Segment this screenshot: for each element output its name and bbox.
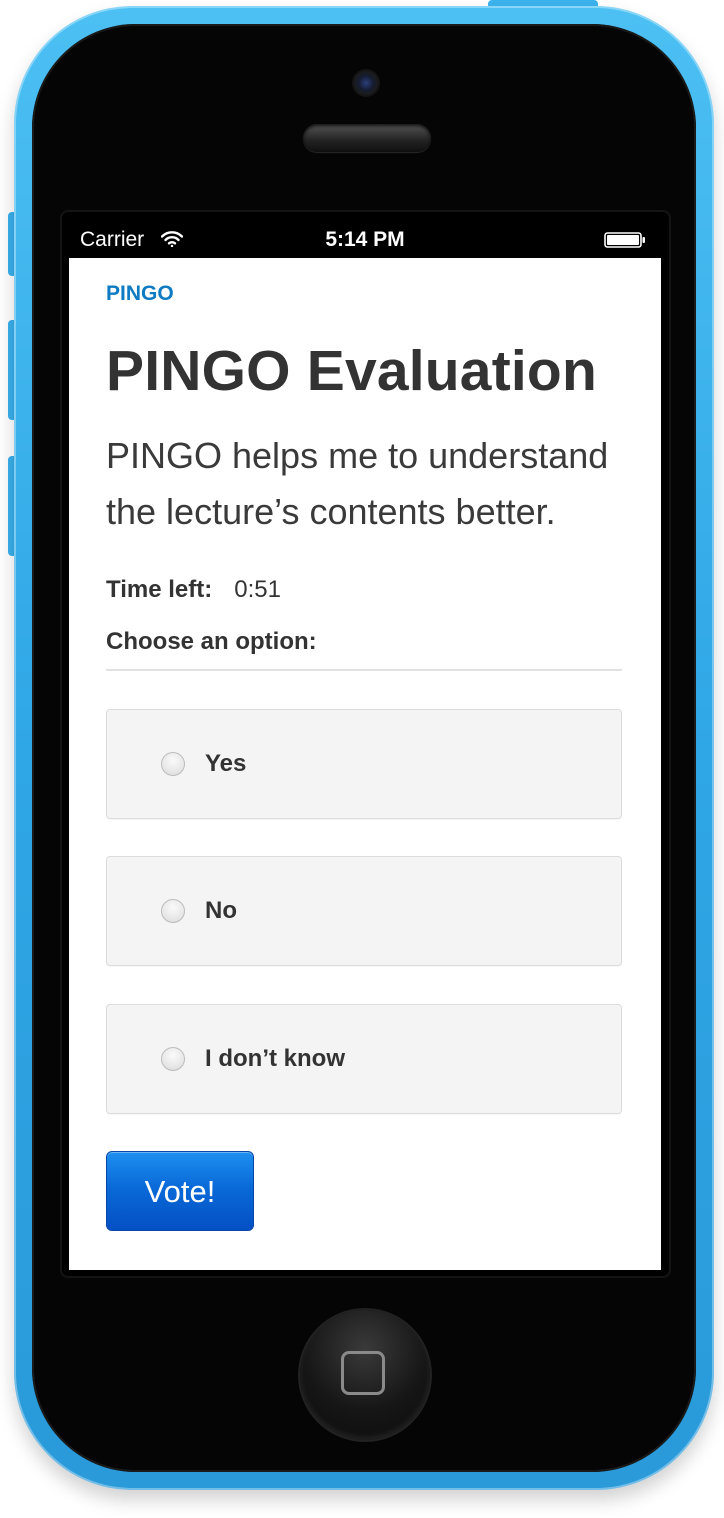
home-square-icon: [341, 1351, 385, 1395]
status-bar: Carrier 5:14 PM: [69, 220, 661, 258]
device-mockup: Carrier 5:14 PM PINGO PINGO Evaluation P…: [0, 0, 724, 1518]
radio-button[interactable]: [161, 752, 185, 776]
vote-button[interactable]: Vote!: [106, 1151, 254, 1231]
option-label: No: [205, 897, 237, 924]
option-label: Yes: [205, 750, 247, 777]
home-button[interactable]: [300, 1310, 430, 1440]
pingo-home-link[interactable]: PINGO: [106, 282, 174, 306]
choose-option-label: Choose an option:: [106, 628, 317, 655]
screen: Carrier 5:14 PM PINGO PINGO Evaluation P…: [69, 220, 661, 1270]
time-left-label: Time left:: [106, 576, 213, 603]
earpiece-speaker: [303, 124, 431, 152]
front-camera: [354, 71, 378, 95]
option-dont-know[interactable]: I don’t know: [106, 1004, 622, 1114]
clock-label: 5:14 PM: [325, 228, 405, 251]
battery-icon: [604, 232, 645, 248]
option-yes[interactable]: Yes: [106, 709, 622, 819]
option-label: I don’t know: [205, 1045, 345, 1072]
question-text: PINGO helps me to understand the lecture…: [106, 435, 609, 532]
time-left-value: 0:51: [234, 576, 281, 603]
radio-button[interactable]: [161, 1047, 185, 1071]
option-no[interactable]: No: [106, 856, 622, 966]
page-title: PINGO Evaluation: [106, 339, 597, 403]
timer-row: Time left: 0:51: [106, 576, 281, 604]
divider: [106, 669, 622, 671]
radio-button[interactable]: [161, 899, 185, 923]
